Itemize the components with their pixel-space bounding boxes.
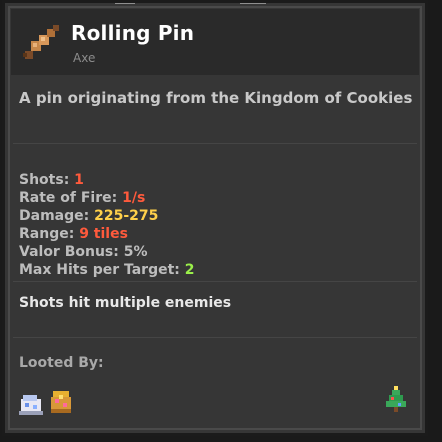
top-accent (240, 3, 266, 4)
stat-row: Valor Bonus: 5% (19, 243, 195, 261)
stat-label: Valor Bonus: (19, 244, 124, 260)
stat-value: 5% (123, 244, 148, 260)
stat-label: Shots: (19, 172, 75, 188)
item-type: Axe (73, 51, 96, 65)
stat-value: 1/s (122, 190, 146, 206)
tooltip-header: Rolling Pin Axe (11, 9, 419, 75)
stat-row: Damage: 225-275 (19, 207, 195, 225)
stat-label: Range: (19, 226, 80, 242)
fruitcake-icon (51, 391, 71, 413)
stat-value: 2 (184, 262, 195, 278)
stat-value: 225-275 (94, 208, 159, 224)
stats-list: Shots: 1 Rate of Fire: 1/s Damage: 225-2… (19, 171, 195, 279)
stat-row: Shots: 1 (19, 171, 195, 189)
cookie-cake-icon (19, 395, 43, 415)
top-accent (115, 3, 135, 4)
rolling-pin-icon (23, 25, 59, 59)
stat-row: Max Hits per Target: 2 (19, 261, 195, 279)
stat-row: Range: 9 tiles (19, 225, 195, 243)
stat-label: Damage: (19, 208, 95, 224)
divider (13, 143, 417, 144)
divider (13, 281, 417, 282)
christmas-tree-icon (386, 386, 406, 412)
looted-by-label: Looted By: (19, 355, 104, 371)
item-tooltip: Rolling Pin Axe A pin originating from t… (2, 0, 428, 436)
item-effect: Shots hit multiple enemies (19, 295, 232, 311)
item-name: Rolling Pin (71, 21, 195, 45)
stat-label: Rate of Fire: (19, 190, 123, 206)
stat-row: Rate of Fire: 1/s (19, 189, 195, 207)
stat-value: 1 (74, 172, 84, 188)
stat-label: Max Hits per Target: (19, 262, 185, 278)
divider (13, 337, 417, 338)
stat-value: 9 tiles (79, 226, 128, 242)
item-description: A pin originating from the Kingdom of Co… (19, 89, 413, 107)
